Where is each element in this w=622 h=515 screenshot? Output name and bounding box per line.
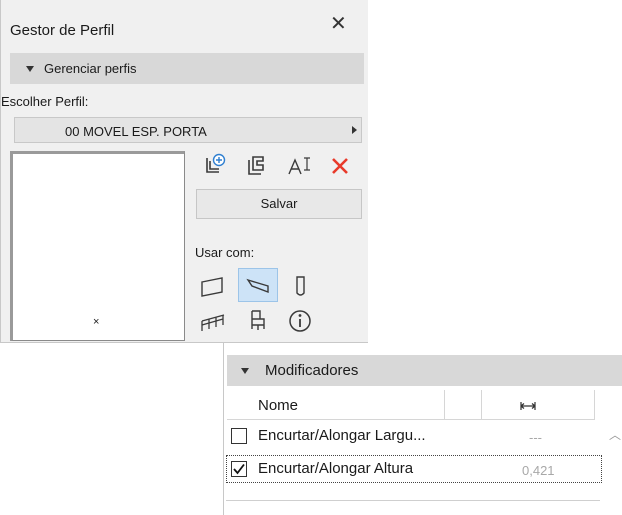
- row-checkbox-checked[interactable]: [231, 461, 247, 477]
- column-divider: [444, 390, 445, 420]
- save-button[interactable]: Salvar: [196, 189, 362, 219]
- modifier-value: ---: [529, 430, 542, 445]
- close-icon[interactable]: ✕: [330, 14, 347, 34]
- list-marker: ×: [93, 316, 100, 328]
- wall-icon[interactable]: [199, 272, 227, 300]
- beam-icon[interactable]: [244, 272, 272, 300]
- railing-icon[interactable]: [199, 307, 227, 335]
- collapse-triangle-icon: [241, 368, 249, 374]
- profile-dropdown[interactable]: 00 MOVEL ESP. PORTA: [14, 117, 362, 143]
- choose-profile-label: Escolher Perfil:: [1, 94, 89, 109]
- column-divider: [481, 390, 482, 420]
- modifier-name: Encurtar/Alongar Largu...: [258, 427, 426, 444]
- new-profile-icon[interactable]: [200, 152, 228, 180]
- profile-preview-list[interactable]: ×: [10, 151, 185, 341]
- column-header-name[interactable]: Nome: [258, 397, 298, 414]
- section-label: Modificadores: [265, 362, 359, 379]
- manage-profiles-section-header[interactable]: Gerenciar perfis: [10, 53, 364, 84]
- modifier-value: 0,421: [522, 463, 555, 478]
- modifier-name: Encurtar/Alongar Altura: [258, 460, 414, 477]
- use-with-label: Usar com:: [195, 245, 255, 260]
- info-icon[interactable]: [286, 307, 314, 335]
- object-icon[interactable]: [243, 307, 271, 335]
- rename-profile-icon[interactable]: [285, 152, 313, 180]
- duplicate-profile-icon[interactable]: [243, 152, 271, 180]
- column-icon[interactable]: [287, 272, 315, 300]
- width-measure-icon[interactable]: [520, 398, 536, 416]
- modifiers-section-header[interactable]: Modificadores: [227, 355, 622, 386]
- scroll-up-icon[interactable]: ︿: [609, 426, 621, 443]
- row-checkbox[interactable]: [231, 428, 247, 444]
- divider: [226, 500, 600, 501]
- selected-profile-value: 00 MOVEL ESP. PORTA: [65, 124, 207, 139]
- collapse-triangle-icon: [26, 66, 34, 72]
- column-divider: [594, 390, 595, 420]
- chevron-right-icon: [352, 126, 357, 134]
- delete-profile-icon[interactable]: [326, 152, 354, 180]
- panel-title: Gestor de Perfil: [10, 22, 115, 39]
- section-label: Gerenciar perfis: [44, 61, 137, 76]
